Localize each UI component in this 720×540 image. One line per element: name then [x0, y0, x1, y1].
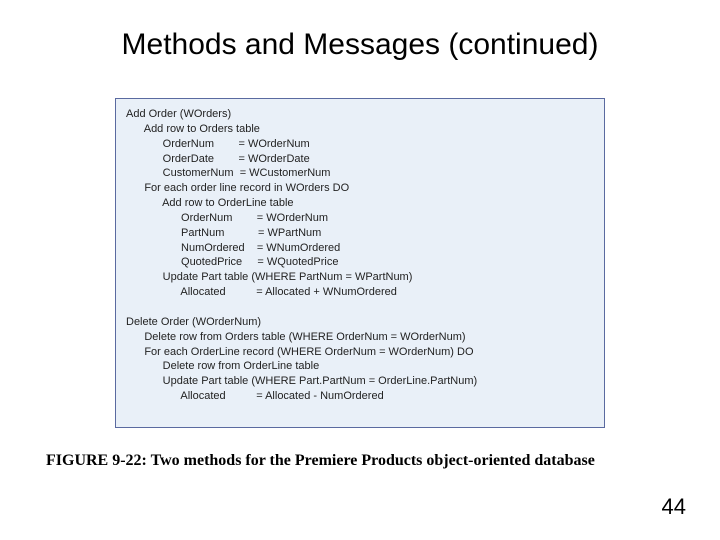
code-figure: Add Order (WOrders) Add row to Orders ta… [115, 98, 605, 428]
slide: Methods and Messages (continued) Add Ord… [0, 0, 720, 540]
figure-caption: FIGURE 9-22: Two methods for the Premier… [46, 452, 674, 470]
page-number: 44 [662, 494, 686, 520]
page-title: Methods and Messages (continued) [0, 28, 720, 62]
